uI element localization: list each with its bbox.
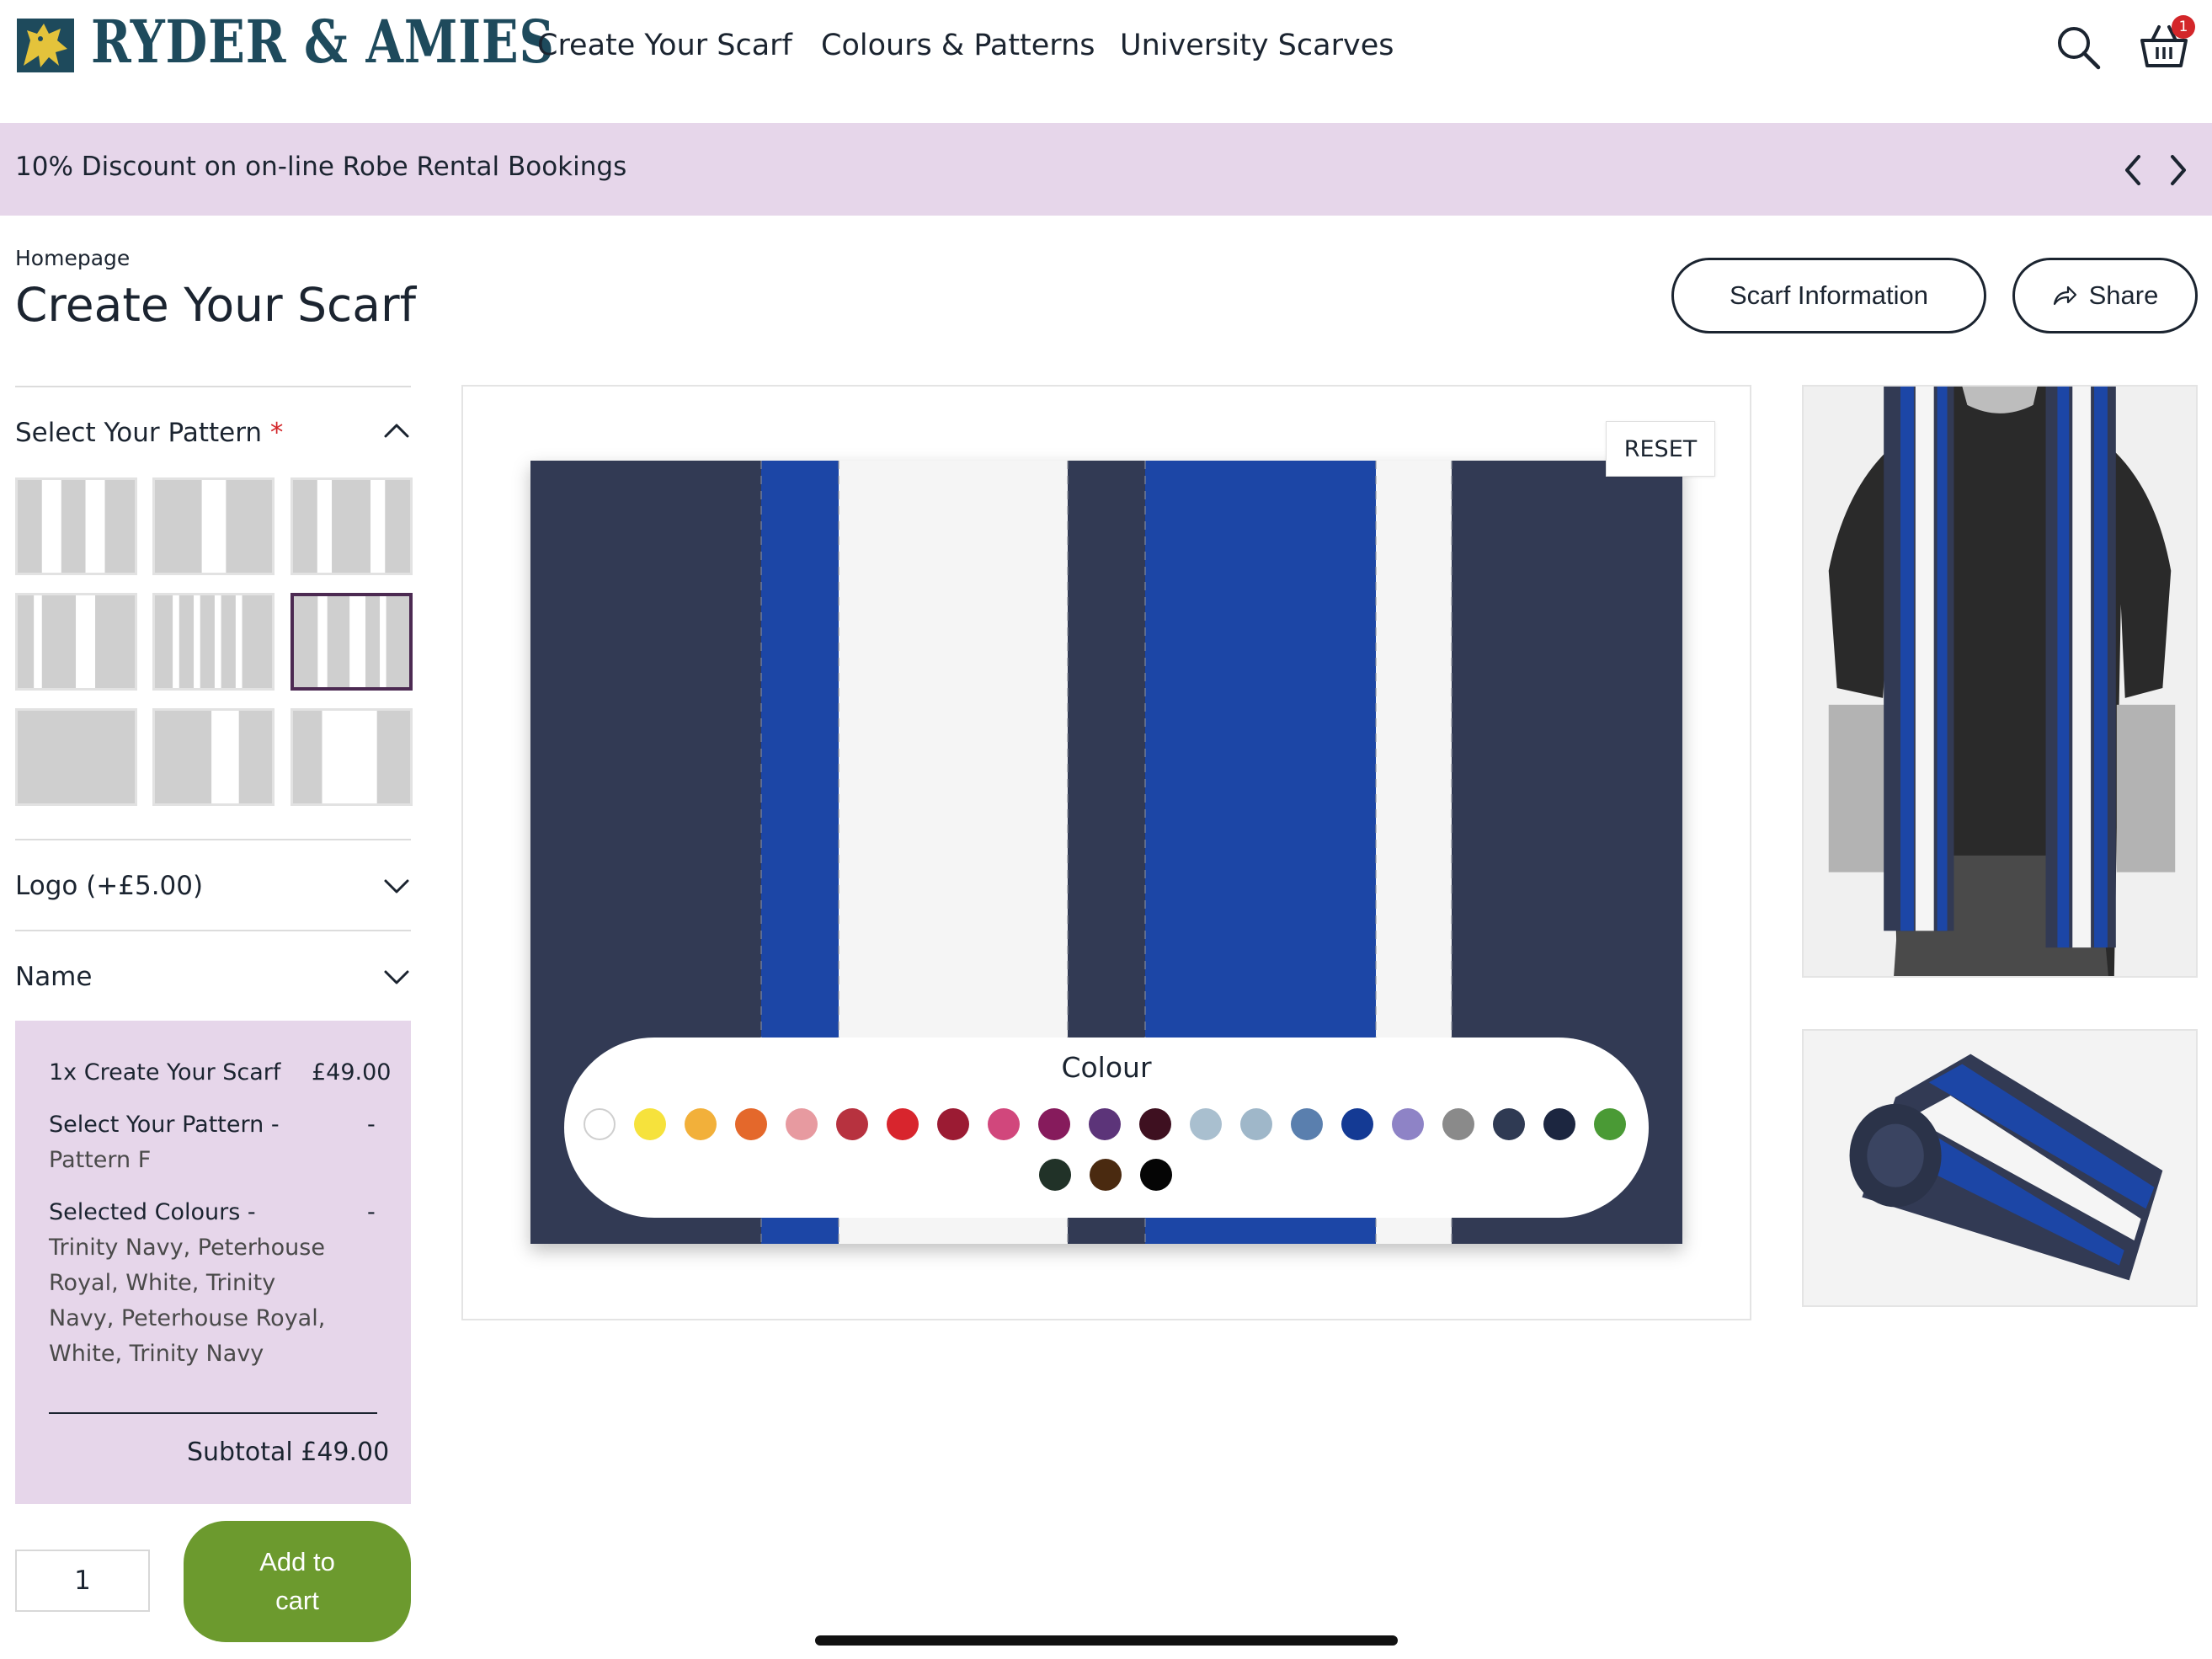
summary-item-line: 1x Create Your Scarf bbox=[49, 1059, 281, 1086]
colour-swatch[interactable] bbox=[584, 1108, 616, 1140]
page-title: Create Your Scarf bbox=[15, 278, 416, 332]
search-icon[interactable] bbox=[2055, 24, 2102, 71]
rolled-scarf-preview-image[interactable] bbox=[1802, 1029, 2198, 1307]
colour-swatch[interactable] bbox=[1039, 1159, 1071, 1191]
add-to-cart-label-line2: cart bbox=[275, 1586, 319, 1615]
colour-swatch[interactable] bbox=[887, 1108, 919, 1140]
share-label: Share bbox=[2088, 280, 2159, 310]
divider bbox=[15, 839, 411, 840]
colour-swatch[interactable] bbox=[1291, 1108, 1323, 1140]
required-mark: * bbox=[269, 418, 284, 448]
brand-wordmark[interactable]: RYDER & AMIES bbox=[91, 7, 555, 77]
scarf-information-button[interactable]: Scarf Information bbox=[1671, 258, 1986, 333]
chevron-right-icon[interactable] bbox=[2166, 152, 2191, 189]
colour-swatch[interactable] bbox=[1493, 1108, 1525, 1140]
scarf-information-label: Scarf Information bbox=[1729, 280, 1929, 310]
chevron-left-icon[interactable] bbox=[2120, 152, 2145, 189]
chevron-down-icon[interactable] bbox=[382, 968, 411, 986]
colour-swatch[interactable] bbox=[1190, 1108, 1222, 1140]
nav-create-your-scarf[interactable]: Create Your Scarf bbox=[537, 29, 792, 62]
pattern-option-f[interactable] bbox=[290, 593, 413, 691]
pattern-option-g[interactable] bbox=[15, 708, 137, 806]
colour-swatch[interactable] bbox=[786, 1108, 818, 1140]
summary-colours-line: Navy, Peterhouse Royal, bbox=[49, 1305, 326, 1331]
add-to-cart-button[interactable]: Add to cart bbox=[184, 1521, 411, 1642]
colour-swatch[interactable] bbox=[1341, 1108, 1373, 1140]
colour-swatch[interactable] bbox=[1140, 1159, 1172, 1191]
logo-section-label[interactable]: Logo (+£5.00) bbox=[15, 871, 203, 901]
nav-university-scarves[interactable]: University Scarves bbox=[1120, 29, 1394, 62]
summary-item-price: £49.00 bbox=[312, 1059, 392, 1086]
select-pattern-label: Select Your Pattern bbox=[15, 418, 263, 448]
colour-swatch[interactable] bbox=[1139, 1108, 1171, 1140]
colour-swatch[interactable] bbox=[1442, 1108, 1474, 1140]
colour-swatch[interactable] bbox=[937, 1108, 969, 1140]
chevron-down-icon[interactable] bbox=[382, 877, 411, 895]
pattern-option-d[interactable] bbox=[15, 593, 137, 691]
colour-swatch[interactable] bbox=[1089, 1108, 1121, 1140]
summary-colours-line: Trinity Navy, Peterhouse bbox=[49, 1235, 325, 1261]
divider bbox=[15, 930, 411, 931]
summary-colours-line: White, Trinity Navy bbox=[49, 1341, 264, 1367]
promo-text[interactable]: 10% Discount on on-line Robe Rental Book… bbox=[15, 152, 626, 182]
colour-swatch[interactable] bbox=[1090, 1159, 1122, 1191]
colour-swatch[interactable] bbox=[1543, 1108, 1575, 1140]
share-arrow-icon bbox=[2053, 285, 2076, 306]
worn-scarf-preview-image[interactable] bbox=[1802, 385, 2198, 978]
pattern-option-i[interactable] bbox=[290, 708, 413, 806]
summary-pattern-dash: - bbox=[367, 1112, 376, 1138]
summary-colours-line: Royal, White, Trinity bbox=[49, 1270, 276, 1296]
nav-colours-patterns[interactable]: Colours & Patterns bbox=[821, 29, 1095, 62]
colour-swatch[interactable] bbox=[988, 1108, 1020, 1140]
summary-colours-dash: - bbox=[367, 1199, 376, 1225]
chevron-up-icon[interactable] bbox=[382, 421, 411, 440]
name-section-label[interactable]: Name bbox=[15, 962, 92, 992]
colour-swatch[interactable] bbox=[1392, 1108, 1424, 1140]
summary-pattern-label: Select Your Pattern - bbox=[49, 1112, 280, 1138]
colour-swatch[interactable] bbox=[1594, 1108, 1626, 1140]
pattern-option-c[interactable] bbox=[290, 477, 413, 575]
colour-swatch[interactable] bbox=[1038, 1108, 1070, 1140]
divider bbox=[15, 386, 411, 387]
home-indicator bbox=[815, 1635, 1398, 1646]
summary-subtotal: Subtotal £49.00 bbox=[187, 1438, 390, 1467]
pattern-option-a[interactable] bbox=[15, 477, 137, 575]
share-button[interactable]: Share bbox=[2012, 258, 2198, 333]
colour-picker-title: Colour bbox=[1061, 1051, 1152, 1084]
colour-swatch[interactable] bbox=[836, 1108, 868, 1140]
pattern-option-h[interactable] bbox=[152, 708, 275, 806]
colour-swatch[interactable] bbox=[735, 1108, 767, 1140]
summary-colours-label: Selected Colours - bbox=[49, 1199, 256, 1225]
colour-swatch[interactable] bbox=[1240, 1108, 1272, 1140]
colour-swatch[interactable] bbox=[634, 1108, 666, 1140]
breadcrumb-homepage[interactable]: Homepage bbox=[15, 246, 130, 270]
lion-crest-icon[interactable] bbox=[15, 15, 76, 76]
select-pattern-header[interactable]: Select Your Pattern * bbox=[15, 418, 283, 448]
summary-rule bbox=[49, 1412, 377, 1414]
add-to-cart-label-line1: Add to bbox=[259, 1547, 335, 1576]
pattern-option-b[interactable] bbox=[152, 477, 275, 575]
summary-pattern-value: Pattern F bbox=[49, 1147, 152, 1173]
colour-swatch[interactable] bbox=[685, 1108, 717, 1140]
quantity-input[interactable] bbox=[15, 1550, 150, 1612]
reset-button[interactable]: RESET bbox=[1606, 421, 1715, 477]
cart-count-badge: 1 bbox=[2172, 15, 2195, 39]
pattern-option-e[interactable] bbox=[152, 593, 275, 691]
